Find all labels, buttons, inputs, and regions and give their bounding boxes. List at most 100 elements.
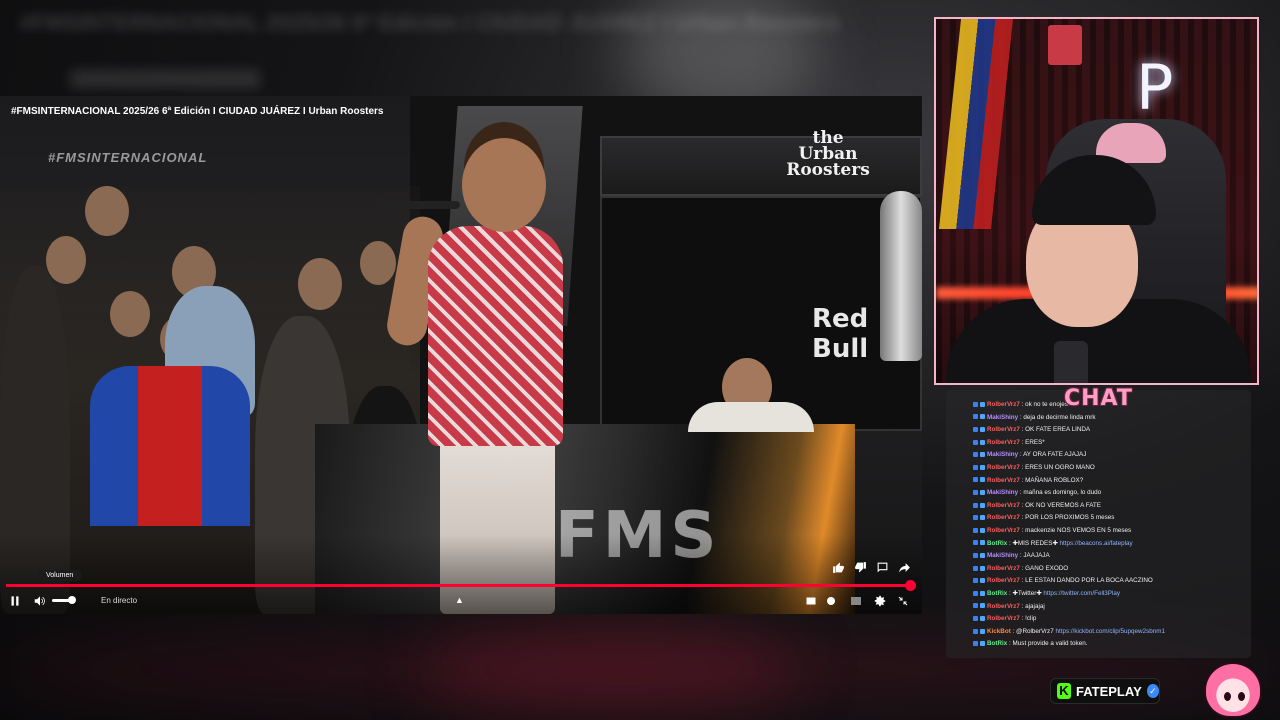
chat-text: JAAJAJA	[1023, 552, 1050, 560]
badge-icon	[973, 515, 978, 521]
chat-message: MakiShiny : AY ORA FATE AJAJAJ	[973, 449, 1243, 462]
chat-username[interactable]: BotRix	[987, 590, 1007, 597]
chat-text: LE ESTAN DANDO POR LA BOCA AACZINO	[1025, 577, 1153, 585]
badge-icon	[973, 414, 978, 420]
blurred-title: #FMSINTERNACIONAL 2025/26 6ª Edición I C…	[20, 10, 840, 35]
share-icon[interactable]	[898, 561, 912, 575]
chat-text: deja de decirme linda mrk	[1023, 413, 1096, 421]
chat-username[interactable]: RolberVrz7	[987, 477, 1020, 484]
exit-fullscreen-button[interactable]	[897, 593, 909, 609]
chat-text: ajajajaj	[1025, 602, 1045, 610]
chat-username[interactable]: MakiShiny	[987, 414, 1018, 421]
chat-username[interactable]: RolberVrz7	[987, 426, 1020, 433]
volume-icon	[34, 596, 45, 606]
chat-username[interactable]: RolberVrz7	[987, 577, 1020, 584]
crowd-head	[110, 291, 150, 337]
chat-text: GANO EXODO	[1025, 564, 1069, 572]
badge-icon	[973, 527, 978, 533]
settings-button[interactable]	[873, 593, 887, 609]
mascot-eye	[1238, 692, 1245, 701]
microphone	[380, 201, 460, 209]
progress-scrubber[interactable]	[905, 580, 917, 591]
chat-username[interactable]: RolberVrz7	[987, 565, 1020, 572]
chat-link[interactable]: https://kickbot.com/clip/5upqew2sbnm1	[1055, 628, 1165, 635]
chat-link[interactable]: https://twitter.com/Fell3Play	[1043, 590, 1120, 597]
comment-icon[interactable]	[876, 561, 890, 575]
badge-icon	[973, 489, 978, 495]
chat-message: KickBot : @RolberVrz7 https://kickbot.co…	[973, 626, 1243, 639]
chat-message: MakiShiny : mañna es domingo, lo dudo	[973, 487, 1243, 500]
chat-username[interactable]: RolberVrz7	[987, 464, 1020, 471]
chat-username[interactable]: RolberVrz7	[987, 514, 1020, 521]
toggle-icon	[827, 597, 835, 605]
badge-icon	[973, 641, 978, 647]
mascot-avatar	[1204, 662, 1262, 718]
chat-username[interactable]: MakiShiny	[987, 552, 1018, 559]
exit-fullscreen-icon	[898, 596, 908, 606]
chat-message: RolberVrz7 : MAÑANA ROBLOX?	[973, 475, 1243, 488]
badge-icon	[980, 590, 985, 596]
chat-text: @RolberVrz7	[1016, 627, 1056, 635]
badge-icon	[973, 401, 978, 407]
crowd-head	[360, 241, 396, 285]
badge-icon	[973, 590, 978, 596]
video-title: #FMSINTERNACIONAL 2025/26 6ª Edición I C…	[11, 106, 384, 117]
autoplay-toggle[interactable]	[825, 593, 837, 609]
mute-button[interactable]	[32, 593, 48, 609]
chat-text: ERES UN OGRO MANO	[1025, 463, 1095, 471]
channel-pill[interactable]: K FATEPLAY ✓	[1050, 678, 1160, 704]
chat-username[interactable]: RolberVrz7	[987, 527, 1020, 534]
chat-username[interactable]: RolberVrz7	[987, 603, 1020, 610]
webcam-feed: P	[934, 17, 1259, 385]
neon-sign: P	[1136, 51, 1174, 124]
dislike-icon[interactable]	[854, 561, 868, 575]
like-icon[interactable]	[832, 561, 846, 575]
chat-message: RolberVrz7 : mackenzie NOS VEMOS EN 5 me…	[973, 525, 1243, 538]
chat-message: BotRix : ✚MIS REDES✚ https://beacons.ai/…	[973, 538, 1243, 551]
badge-icon	[973, 578, 978, 584]
badge-icon	[980, 477, 985, 483]
chat-message: RolberVrz7 : GANO EXODO	[973, 563, 1243, 576]
chat-username[interactable]: BotRix	[987, 640, 1007, 647]
mascot-eye	[1224, 692, 1231, 701]
chat-username[interactable]: MakiShiny	[987, 489, 1018, 496]
volume-knob[interactable]	[68, 596, 76, 604]
chat-username[interactable]: RolberVrz7	[987, 502, 1020, 509]
channel-name: FATEPLAY	[1076, 683, 1142, 699]
pause-icon	[11, 596, 19, 606]
badge-icon	[980, 615, 985, 621]
streamer-mic	[1054, 341, 1088, 383]
chat-text: ✚MIS REDES✚	[1012, 539, 1060, 547]
chat-message: RolberVrz7 : OK NO VEREMOS A FATE	[973, 500, 1243, 513]
chat-text: Must provide a valid token.	[1012, 640, 1088, 648]
progress-fill	[6, 584, 912, 587]
progress-bar[interactable]	[6, 580, 917, 591]
chat-username[interactable]: RolberVrz7	[987, 401, 1020, 408]
badge-icon	[980, 414, 985, 420]
miniplayer-icon	[851, 597, 861, 605]
badge-icon	[980, 603, 985, 609]
badge-icon	[980, 515, 985, 521]
badge-icon	[973, 427, 978, 433]
pause-button[interactable]	[8, 593, 22, 609]
chevron-up-icon[interactable]: ▲	[455, 595, 464, 605]
badge-icon	[980, 540, 985, 546]
blurred-subtitle	[70, 70, 260, 88]
video-player[interactable]: the Urban Roosters Red Bull FMS #FMSINTE…	[0, 96, 922, 614]
live-label: En directo	[101, 596, 138, 605]
chat-username[interactable]: KickBot	[987, 628, 1011, 635]
chat-username[interactable]: BotRix	[987, 540, 1007, 547]
verified-icon: ✓	[1146, 684, 1159, 698]
chat-username[interactable]: RolberVrz7	[987, 439, 1020, 446]
trophy	[880, 191, 922, 361]
badge-icon	[973, 565, 978, 571]
subtitles-button[interactable]	[805, 593, 817, 609]
badge-icon	[980, 439, 985, 445]
chat-text: AY ORA FATE AJAJAJ	[1023, 451, 1087, 459]
chat-message: RolberVrz7 : OK FATE EREA LINDA	[973, 424, 1243, 437]
miniplayer-button[interactable]	[850, 593, 862, 609]
chat-link[interactable]: https://beacons.ai/fateplay	[1060, 540, 1133, 547]
chat-message: RolberVrz7 : ERES*	[973, 437, 1243, 450]
chat-username[interactable]: MakiShiny	[987, 451, 1018, 458]
chat-username[interactable]: RolberVrz7	[987, 615, 1020, 622]
